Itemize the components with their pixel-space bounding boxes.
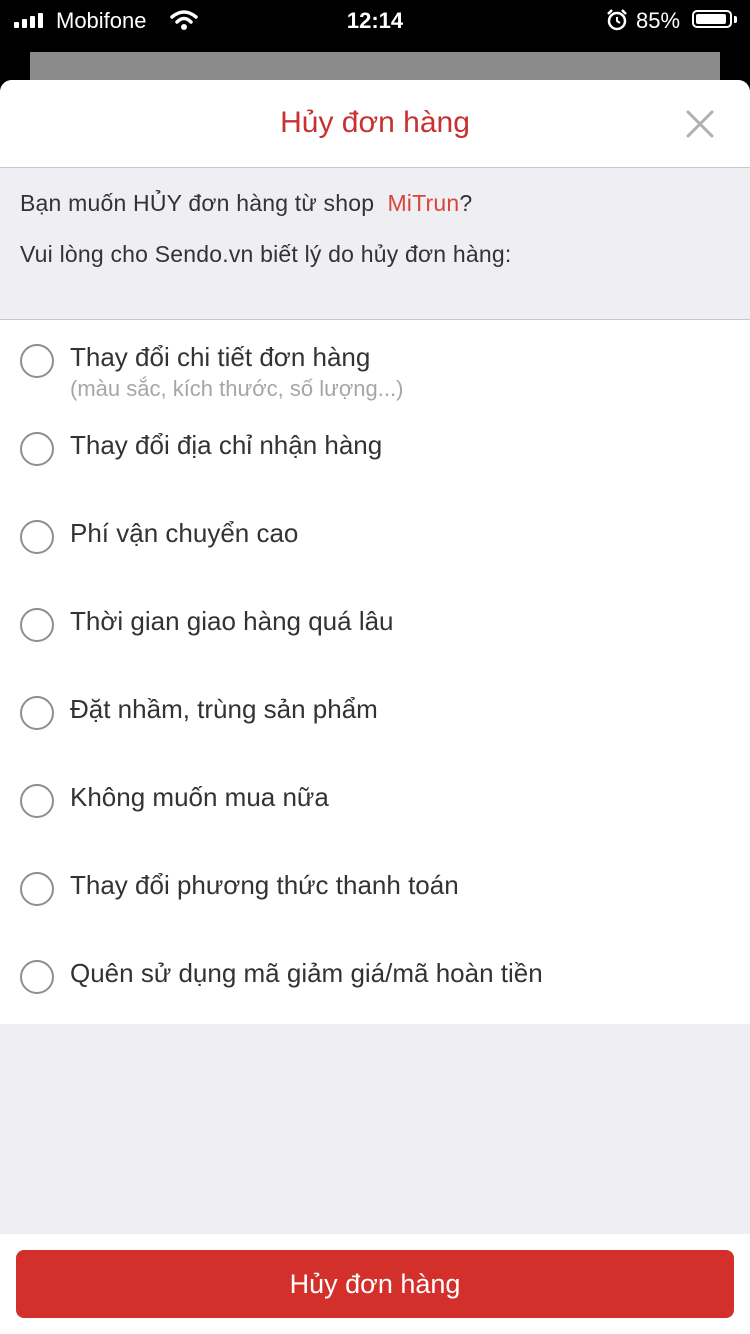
radio-button[interactable] [20,696,54,730]
sheet-title: Hủy đơn hàng [280,106,470,139]
reason-list: Thay đổi chi tiết đơn hàng (màu sắc, kíc… [0,320,750,1024]
reason-option-change-address[interactable]: Thay đổi địa chỉ nhận hàng [0,412,750,500]
reason-label: Không muốn mua nữa [70,782,329,812]
radio-button[interactable] [20,520,54,554]
reason-option-high-shipping[interactable]: Phí vận chuyển cao [0,500,750,588]
radio-button[interactable] [20,960,54,994]
question-mark: ? [459,190,473,216]
reason-label: Thay đổi địa chỉ nhận hàng [70,430,383,460]
reason-hint: (màu sắc, kích thước, số lượng...) [70,376,404,401]
radio-button[interactable] [20,784,54,818]
cancel-order-sheet: Hủy đơn hàng Bạn muốn HỦY đơn hàng từ sh… [0,80,750,1334]
reason-label: Đặt nhầm, trùng sản phẩm [70,694,378,724]
reason-prompt: Vui lòng cho Sendo.vn biết lý do hủy đơn… [20,241,512,267]
reason-label: Phí vận chuyển cao [70,518,299,548]
reason-label: Thay đổi chi tiết đơn hàng [70,342,371,372]
battery-percentage: 85% [636,8,681,33]
radio-button[interactable] [20,432,54,466]
question-text: Bạn muốn HỦY đơn hàng từ shop [20,190,375,216]
reason-option-change-payment[interactable]: Thay đổi phương thức thanh toán [0,852,750,940]
reason-label: Thay đổi phương thức thanh toán [70,870,459,900]
cancel-order-button[interactable]: Hủy đơn hàng [16,1250,734,1318]
cancel-question: Bạn muốn HỦY đơn hàng từ shop MiTrun? [20,190,730,217]
radio-button[interactable] [20,344,54,378]
reason-label: Quên sử dụng mã giảm giá/mã hoàn tiền [70,958,543,988]
battery-icon [692,10,732,28]
reason-option-slow-delivery[interactable]: Thời gian giao hàng quá lâu [0,588,750,676]
battery-cap [734,16,737,23]
alarm-icon [607,9,627,31]
reason-option-duplicate[interactable]: Đặt nhầm, trùng sản phẩm [0,676,750,764]
reason-option-no-longer-want[interactable]: Không muốn mua nữa [0,764,750,852]
sheet-header: Hủy đơn hàng [0,80,750,168]
shop-name: MiTrun [387,190,460,216]
intro-section: Bạn muốn HỦY đơn hàng từ shop MiTrun? Vu… [0,168,750,320]
radio-button[interactable] [20,608,54,642]
sheet-footer: Hủy đơn hàng [0,1234,750,1334]
reason-option-forgot-voucher[interactable]: Quên sử dụng mã giảm giá/mã hoàn tiền [0,940,750,1028]
status-bar: Mobifone 12:14 85% [0,0,750,40]
reason-option-change-details[interactable]: Thay đổi chi tiết đơn hàng (màu sắc, kíc… [0,324,750,412]
close-icon[interactable] [680,104,720,144]
reason-label: Thời gian giao hàng quá lâu [70,606,394,636]
radio-button[interactable] [20,872,54,906]
